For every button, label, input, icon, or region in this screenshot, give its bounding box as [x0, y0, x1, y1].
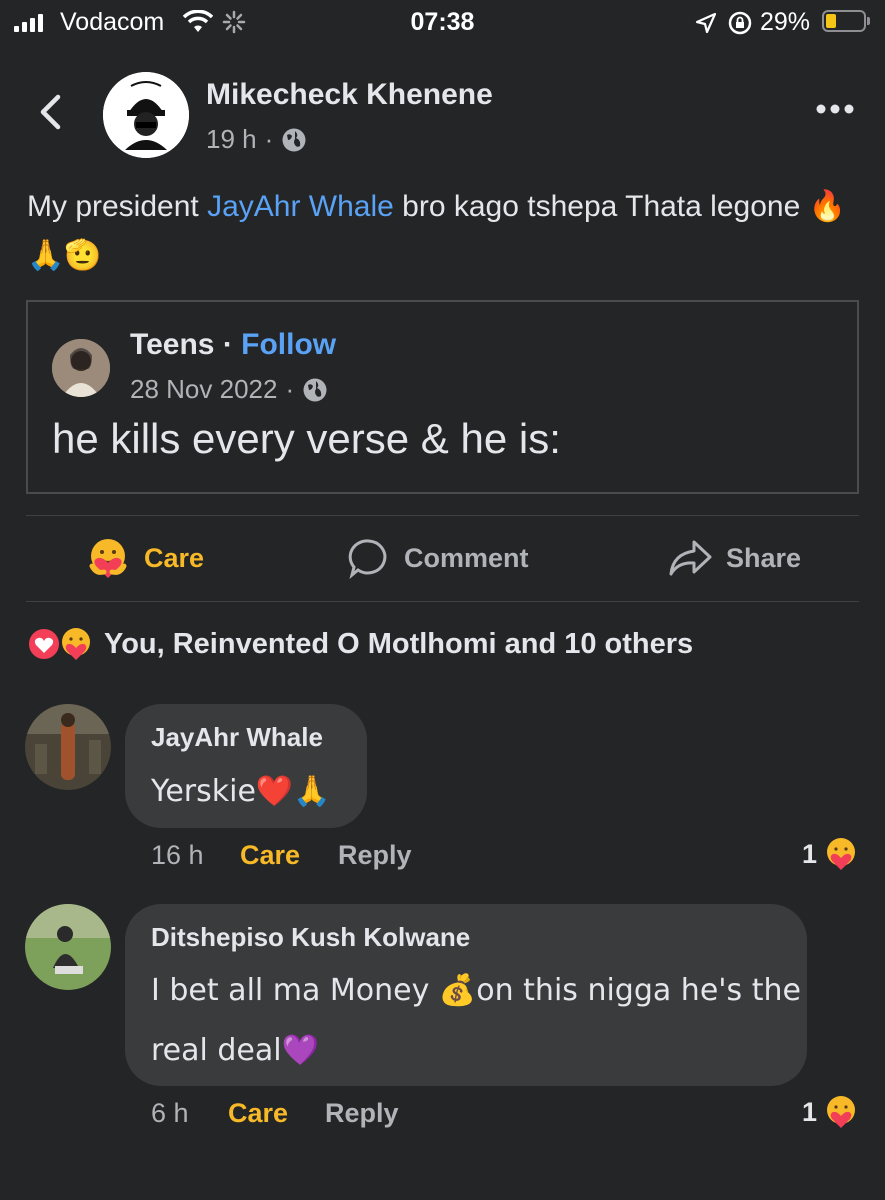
care-reaction-icon — [827, 1096, 856, 1128]
commenter-avatar[interactable] — [25, 704, 111, 790]
care-reaction-icon — [827, 838, 856, 870]
shared-post-text: he kills every verse & he is: — [52, 415, 561, 462]
comment-reaction-number: 1 — [802, 1096, 818, 1127]
comment-care-label: Care — [228, 1098, 289, 1128]
post-text-after: bro kago tshepa Thata legone — [393, 190, 801, 223]
comment-care-button[interactable]: Care — [240, 840, 300, 871]
post-text-before: My president — [27, 190, 208, 223]
author-avatar[interactable] — [103, 72, 189, 158]
share-label: Share — [726, 542, 802, 573]
comment-reaction-count[interactable]: 1 — [802, 1094, 859, 1130]
care-reaction-button[interactable]: Care — [86, 532, 204, 584]
shared-page-avatar[interactable] — [52, 339, 110, 397]
reaction-icons — [26, 626, 94, 662]
comment-bubble-icon — [348, 539, 387, 579]
share-button[interactable]: Share — [668, 532, 801, 584]
more-options-icon[interactable] — [815, 102, 855, 116]
commenter-name[interactable]: JayAhr Whale — [151, 722, 323, 753]
share-arrow-icon — [669, 540, 712, 576]
comment-reaction-number: 1 — [802, 838, 818, 869]
shared-page-header: Teens · Follow — [130, 328, 336, 362]
comment-reaction-count[interactable]: 1 — [802, 836, 859, 872]
mention-link[interactable]: JayAhr Whale — [207, 190, 394, 223]
divider — [26, 515, 859, 516]
comment-reply-button[interactable]: Reply — [338, 840, 412, 871]
comment-text-line-1: I bet all ma Money 💰on this nigga he's t… — [151, 973, 801, 1008]
shared-separator: · — [214, 328, 242, 361]
follow-button[interactable]: Follow — [241, 328, 336, 361]
comment-text: Yerskie❤️🙏 — [151, 774, 331, 809]
meta-separator: · — [285, 374, 295, 404]
meta-separator: · — [264, 124, 274, 154]
battery-level-fill — [826, 14, 837, 28]
commenter-avatar-image — [25, 704, 111, 790]
care-label: Care — [144, 542, 205, 573]
commenter-avatar-image — [25, 904, 111, 990]
rotation-lock-icon — [728, 11, 752, 35]
comment-reply-button[interactable]: Reply — [325, 1098, 399, 1129]
comment-time[interactable]: 16 h — [151, 840, 204, 871]
post-time[interactable]: 19 h — [206, 124, 257, 155]
commenter-avatar[interactable] — [25, 904, 111, 990]
shared-post-meta: 28 Nov 2022 · — [130, 374, 328, 405]
commenter-name[interactable]: Ditshepiso Kush Kolwane — [151, 922, 470, 953]
author-name[interactable]: Mikecheck Khenene — [206, 78, 493, 112]
shared-page-name[interactable]: Teens — [130, 328, 214, 361]
status-bar: Vodacom 07:38 29% — [0, 0, 885, 44]
battery-cap — [867, 17, 870, 25]
battery-percentage: 29% — [760, 8, 811, 36]
globe-icon — [303, 378, 327, 401]
comment-text-line-2: real deal💜 — [151, 1033, 319, 1068]
comment-button[interactable]: Comment — [348, 532, 529, 584]
comment-care-button[interactable]: Care — [228, 1098, 288, 1129]
shared-page-avatar-image — [52, 339, 110, 397]
love-reaction-icon — [27, 627, 61, 661]
back-arrow-icon[interactable] — [36, 94, 64, 130]
shared-post-date[interactable]: 28 Nov 2022 — [130, 374, 277, 405]
location-arrow-icon — [695, 12, 717, 34]
care-emoji-icon — [89, 539, 127, 578]
reactions-summary-text: You, Reinvented O Motlhomi and 10 others — [104, 627, 694, 660]
reactions-summary[interactable]: You, Reinvented O Motlhomi and 10 others — [26, 626, 693, 662]
author-avatar-image — [103, 72, 189, 158]
care-reaction-icon — [62, 628, 90, 660]
post-meta: 19 h · — [206, 124, 307, 155]
globe-icon — [282, 128, 306, 151]
post-text: My president JayAhr Whale bro kago tshep… — [27, 182, 857, 280]
divider — [26, 601, 859, 602]
comment-time[interactable]: 6 h — [151, 1098, 189, 1129]
comment-label: Comment — [404, 542, 529, 573]
comment-care-label: Care — [240, 840, 301, 870]
battery-icon — [822, 10, 866, 32]
